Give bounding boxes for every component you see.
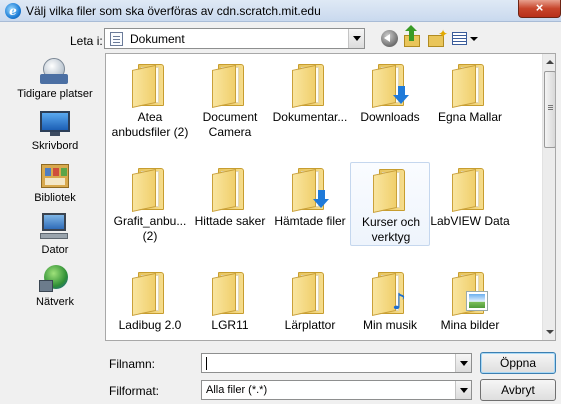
network-icon (39, 264, 71, 294)
look-in-dropdown[interactable]: Dokument (104, 28, 365, 49)
filetype-chevron-down-icon[interactable] (455, 381, 471, 399)
look-in-value: Dokument (130, 32, 185, 46)
place-label: Dator (41, 244, 69, 256)
place-label: Nätverk (36, 296, 74, 308)
folder-name: LabVIEW Data (430, 214, 510, 228)
folder-name: Lärplattor (284, 318, 336, 332)
folder-item[interactable]: Grafit_anbu... (2) (110, 162, 190, 246)
recent-places-icon (39, 56, 71, 86)
folder-icon (132, 272, 168, 316)
folder-name: Atea anbudsfiler (2) (111, 110, 189, 139)
folder-icon (452, 64, 488, 108)
folder-icon (452, 272, 488, 316)
up-arrow-icon (405, 25, 417, 41)
documents-folder-icon (110, 32, 123, 46)
filetype-select[interactable]: Alla filer (*.*) (201, 380, 472, 400)
place-label: Tidigare platser (17, 88, 93, 100)
scroll-up-icon[interactable] (543, 54, 555, 70)
internet-explorer-icon: e (5, 3, 21, 19)
filename-row: Filnamn: Öppna (0, 352, 561, 374)
folder-name: LGR11 (211, 318, 249, 332)
chevron-down-icon[interactable] (348, 29, 364, 48)
up-one-level-button[interactable] (403, 25, 423, 49)
view-chevron-down-icon (470, 37, 478, 41)
scrollbar-thumb[interactable] (544, 71, 555, 148)
new-folder-button[interactable]: ✦ (427, 27, 449, 49)
folder-icon (212, 272, 248, 316)
libraries-icon (39, 160, 71, 190)
back-button[interactable] (380, 29, 400, 49)
folder-item[interactable]: Kurser och verktyg (350, 162, 430, 246)
filename-chevron-down-icon[interactable] (455, 354, 471, 372)
folder-icon (373, 169, 409, 213)
folder-item[interactable]: Dokumentar... (270, 58, 350, 142)
folder-name: Dokumentar... (272, 110, 348, 124)
filename-label: Filnamn: (109, 357, 156, 371)
folder-icon (452, 168, 488, 212)
look-in-label: Leta i: (70, 34, 103, 48)
music-note-icon: ♪ (392, 290, 407, 315)
desktop-icon (39, 108, 71, 138)
folder-item[interactable]: Hämtade filer (270, 162, 350, 246)
computer-icon (39, 212, 71, 242)
folder-icon (132, 168, 168, 212)
close-button[interactable]: × (518, 0, 561, 18)
text-caret (206, 357, 207, 370)
folder-name: Hittade saker (194, 214, 266, 228)
back-arrow-icon (381, 30, 398, 47)
folder-name: Grafit_anbu... (2) (113, 214, 187, 243)
view-menu-button[interactable] (451, 29, 479, 49)
folder-name: Downloads (360, 110, 420, 124)
picture-icon (467, 292, 487, 310)
filetype-row: Filformat: Alla filer (*.*) Avbryt (0, 379, 561, 401)
vertical-scrollbar[interactable] (542, 54, 555, 340)
folder-icon (212, 168, 248, 212)
file-list-pane[interactable]: Atea anbudsfiler (2) Document Camera Dokum… (105, 53, 556, 341)
folder-item[interactable]: Mina bilder (430, 266, 510, 340)
view-grid-icon (452, 32, 467, 45)
folder-name: Ladibug 2.0 (118, 318, 182, 332)
folder-item[interactable]: Hittade saker (190, 162, 270, 246)
folder-icon (132, 64, 168, 108)
folder-icon (292, 272, 328, 316)
folder-name: Min musik (362, 318, 417, 332)
filetype-label: Filformat: (109, 384, 160, 398)
scroll-down-icon[interactable] (543, 324, 555, 340)
folder-icon: ♪ (372, 272, 408, 316)
window-title: Välj vilka filer som ska överföras av cd… (26, 4, 321, 18)
look-in-toolbar: Leta i: Dokument ✦ (0, 25, 561, 52)
folder-item[interactable]: Egna Mallar (430, 58, 510, 142)
folder-icon (292, 168, 329, 212)
download-arrow-icon (313, 190, 329, 208)
filetype-value: Alla filer (*.*) (206, 384, 268, 396)
folder-name: Mina bilder (440, 318, 500, 332)
folder-item[interactable]: Atea anbudsfiler (2) (110, 58, 190, 142)
cancel-button[interactable]: Avbryt (480, 379, 556, 401)
download-arrow-icon (393, 86, 409, 104)
folder-item[interactable]: Ladibug 2.0 (110, 266, 190, 340)
folder-icon (372, 64, 409, 108)
title-bar: e Välj vilka filer som ska överföras av … (0, 0, 561, 22)
places-bar: Tidigare platser Skrivbord Bibliotek Dat… (5, 54, 105, 340)
folder-item[interactable]: LGR11 (190, 266, 270, 340)
place-label: Bibliotek (34, 192, 76, 204)
folder-icon (292, 64, 328, 108)
filename-input[interactable] (201, 353, 472, 373)
folder-name: Egna Mallar (437, 110, 503, 124)
folder-icon (212, 64, 248, 108)
open-button[interactable]: Öppna (480, 352, 556, 374)
sparkle-icon: ✦ (438, 27, 449, 41)
folder-item[interactable]: ♪ Min musik (350, 266, 430, 340)
folder-item[interactable]: LabVIEW Data (430, 162, 510, 246)
folder-name: Hämtade filer (274, 214, 346, 228)
folder-item[interactable]: Document Camera (190, 58, 270, 142)
place-label: Skrivbord (31, 140, 79, 152)
folder-item[interactable]: Lärplattor (270, 266, 350, 340)
folder-name: Kurser och verktyg (361, 215, 421, 244)
folder-name: Document Camera (202, 110, 258, 139)
folder-item[interactable]: Downloads (350, 58, 430, 142)
